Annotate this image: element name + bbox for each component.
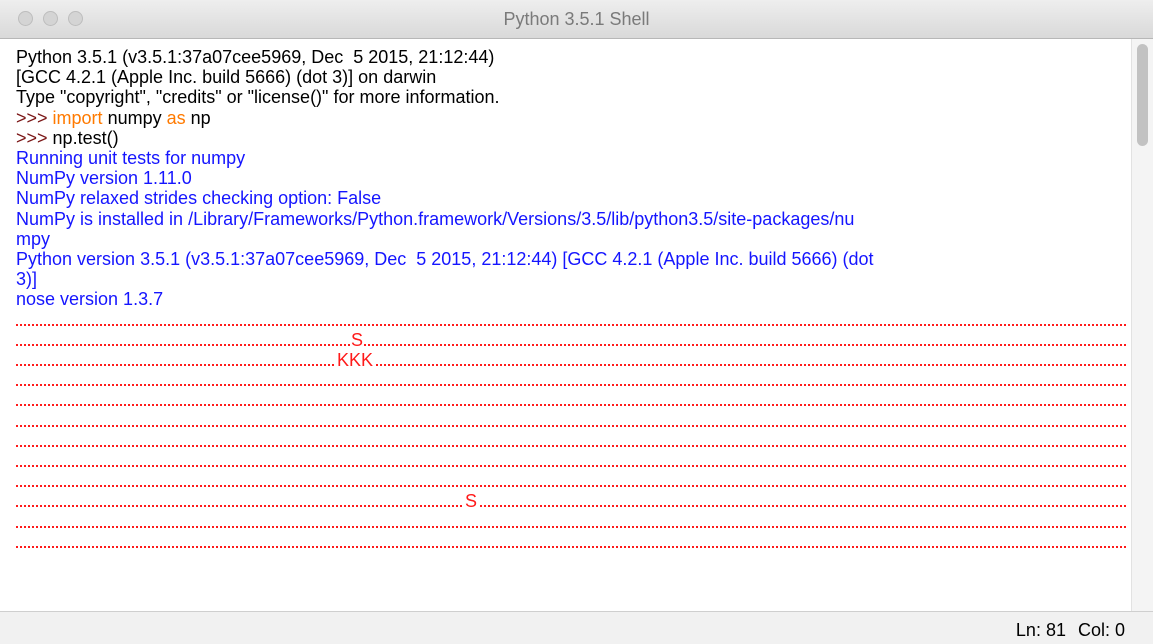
output-line: NumPy version 1.11.0 bbox=[16, 168, 192, 189]
output-line: 3)] bbox=[16, 269, 38, 290]
keyword: import bbox=[52, 107, 103, 128]
test-progress-line bbox=[16, 532, 1126, 552]
test-progress-line bbox=[16, 431, 1126, 451]
command-text: numpy bbox=[102, 107, 167, 128]
status-bar: Ln: 81 Col: 0 bbox=[0, 611, 1153, 644]
skip-marker: S bbox=[464, 491, 479, 512]
test-progress-line bbox=[16, 309, 1126, 329]
progress-dots bbox=[16, 485, 1126, 488]
test-progress-line bbox=[16, 370, 1126, 390]
output-line: nose version 1.3.7 bbox=[16, 289, 164, 310]
banner-line: Type "copyright", "credits" or "license(… bbox=[16, 87, 500, 108]
shell-prompt: >>> bbox=[16, 107, 53, 128]
progress-dots bbox=[16, 444, 1126, 447]
scrollbar-thumb[interactable] bbox=[1137, 44, 1148, 146]
banner-line: [GCC 4.2.1 (Apple Inc. build 5666) (dot … bbox=[16, 67, 437, 88]
banner-line: Python 3.5.1 (v3.5.1:37a07cee5969, Dec 5… bbox=[16, 47, 500, 67]
progress-dots bbox=[16, 464, 1126, 467]
command-line: >>> np.test() bbox=[16, 128, 1126, 148]
progress-dots bbox=[16, 323, 1126, 326]
output-line: mpy bbox=[16, 228, 51, 249]
window-title: Python 3.5.1 Shell bbox=[503, 9, 650, 29]
test-progress-line bbox=[16, 471, 1126, 491]
output-line: NumPy relaxed strides checking option: F… bbox=[16, 188, 382, 209]
column-number: Col: 0 bbox=[1077, 620, 1125, 640]
test-progress-line: KKK bbox=[16, 349, 1126, 370]
test-progress-line: S bbox=[16, 491, 1126, 512]
keyword: as bbox=[166, 107, 186, 128]
test-progress-line bbox=[16, 451, 1126, 471]
line-number: Ln: 81 bbox=[1015, 620, 1066, 640]
shell-text-area[interactable]: Python 3.5.1 (v3.5.1:37a07cee5969, Dec 5… bbox=[0, 39, 1131, 611]
output-line: Running unit tests for numpy bbox=[16, 147, 246, 168]
idle-shell-window: Python 3.5.1 Shell Python 3.5.1 (v3.5.1:… bbox=[0, 0, 1153, 644]
title-bar[interactable]: Python 3.5.1 Shell bbox=[0, 0, 1153, 39]
progress-dots bbox=[16, 364, 1126, 366]
known-failure-marker: KKK bbox=[336, 349, 375, 370]
test-progress-line bbox=[16, 410, 1126, 430]
output-line: NumPy is installed in /Library/Framework… bbox=[16, 208, 855, 229]
shell-prompt: >>> bbox=[16, 127, 53, 148]
test-progress-line: S bbox=[16, 329, 1126, 350]
shell-output: Python 3.5.1 (v3.5.1:37a07cee5969, Dec 5… bbox=[16, 47, 1126, 552]
progress-dots bbox=[16, 545, 1126, 548]
test-progress-line bbox=[16, 511, 1126, 531]
progress-dots bbox=[16, 505, 1126, 508]
progress-dots bbox=[16, 525, 1126, 528]
output-line: Python version 3.5.1 (v3.5.1:37a07cee596… bbox=[16, 248, 874, 269]
cursor-position: Ln: 81 Col: 0 bbox=[1004, 620, 1125, 641]
command-text: np bbox=[185, 107, 211, 128]
skip-marker: S bbox=[350, 329, 365, 350]
command-text: np.test() bbox=[52, 127, 119, 148]
command-line: >>> import numpy as np bbox=[16, 108, 1126, 128]
test-progress-line bbox=[16, 390, 1126, 410]
progress-dots bbox=[16, 404, 1126, 407]
progress-dots bbox=[16, 424, 1126, 427]
progress-dots bbox=[16, 384, 1126, 387]
progress-dots bbox=[16, 343, 1126, 346]
vertical-scrollbar[interactable] bbox=[1131, 39, 1153, 611]
